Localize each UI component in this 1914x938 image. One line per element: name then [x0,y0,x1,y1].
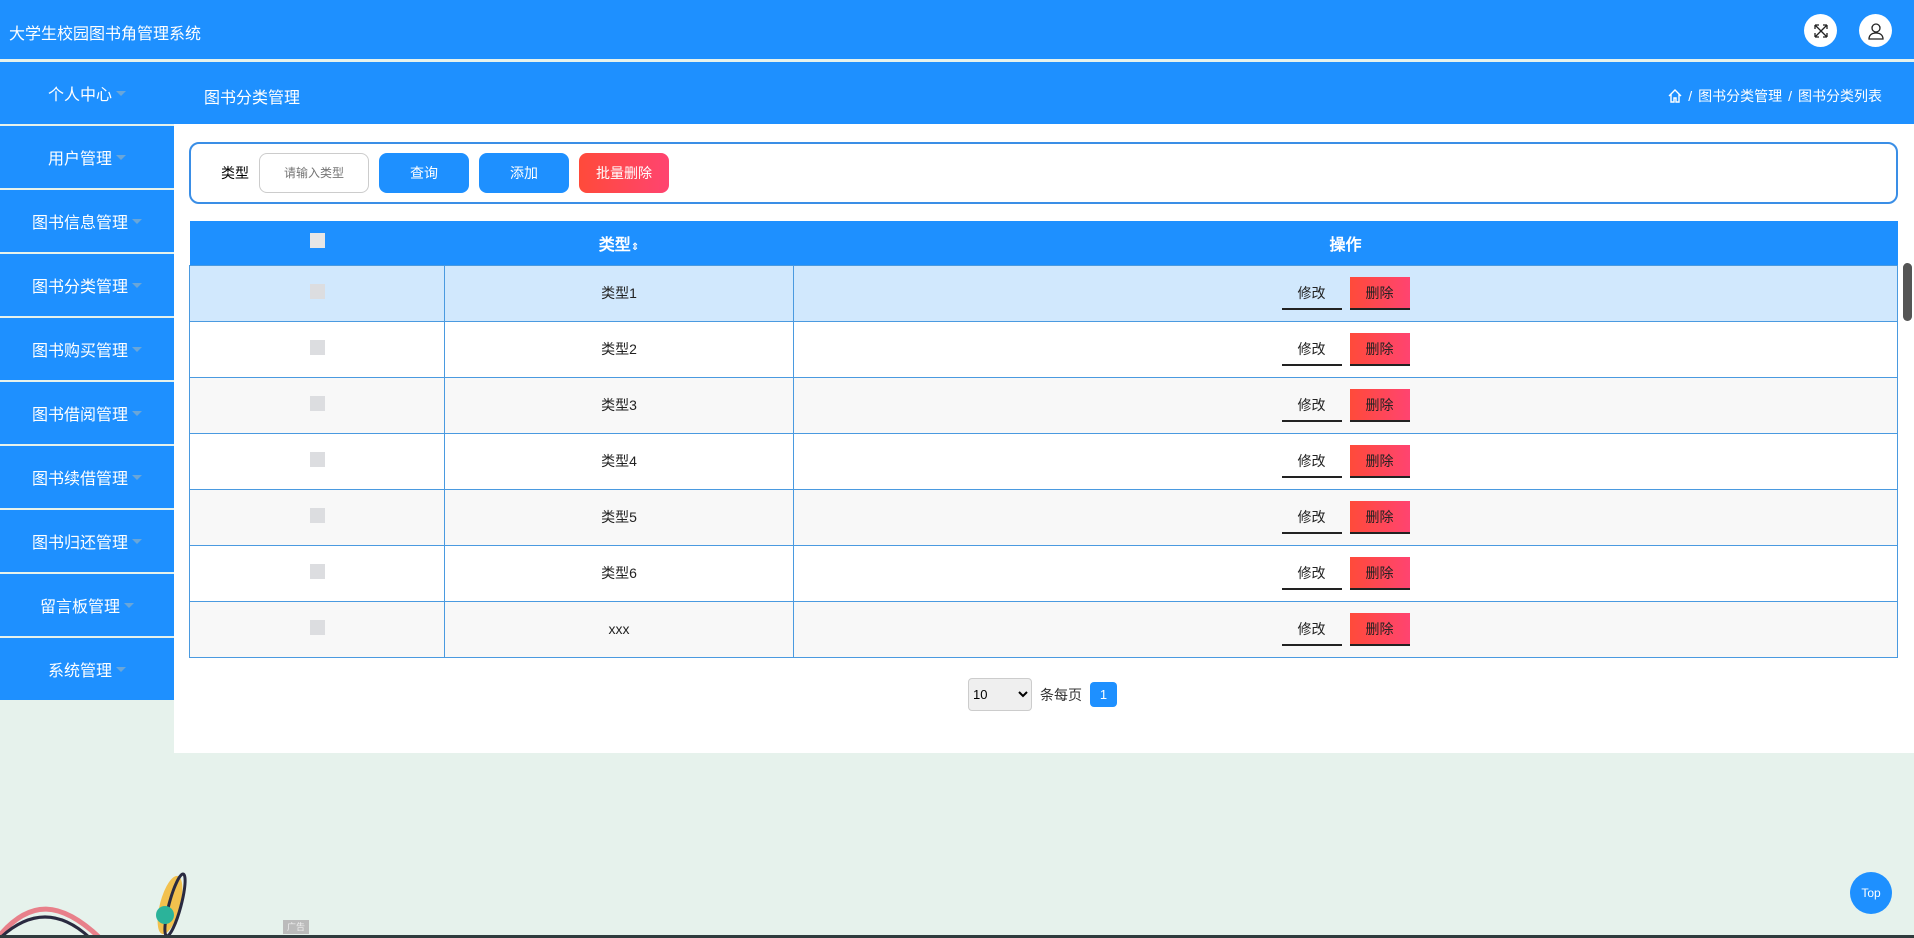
caret-down-icon [132,474,142,480]
column-header-action: 操作 [793,221,1898,265]
delete-button[interactable]: 删除 [1349,444,1410,478]
sub-header: 图书分类管理 / 图书分类管理 / 图书分类列表 [0,62,1914,124]
table-row: 类型5 修改 删除 [189,488,1898,546]
row-checkbox[interactable] [309,396,325,411]
edit-button[interactable]: 修改 [1281,613,1342,646]
edit-button[interactable]: 修改 [1281,389,1342,422]
caret-down-icon [132,218,142,224]
sidebar-item[interactable]: 个人中心 [0,62,174,124]
table-row: 类型3 修改 删除 [189,376,1898,434]
caret-down-icon [116,666,126,672]
type-cell: 类型1 [444,264,794,322]
ad-label: 广告 [283,920,309,934]
app-title: 大学生校园图书角管理系统 [9,26,202,43]
delete-button[interactable]: 删除 [1349,332,1410,366]
table-row: 类型6 修改 删除 [189,544,1898,602]
batch-delete-button[interactable]: 批量删除 [579,153,669,193]
per-page-label: 条每页 [1040,686,1082,703]
row-checkbox[interactable] [309,340,325,355]
table-row: 类型2 修改 删除 [189,320,1898,378]
sidebar-item[interactable]: 图书续借管理 [0,446,174,508]
breadcrumb: / 图书分类管理 / 图书分类列表 [1668,86,1882,106]
query-button[interactable]: 查询 [379,153,469,193]
page-1-button[interactable]: 1 [1090,682,1117,707]
delete-button[interactable]: 删除 [1349,388,1410,422]
home-icon[interactable] [1668,89,1682,103]
category-table: 类型⇕ 操作 类型1 修改 删除 类型2 修改 删除 类型3 修改 删除 类型4 修改… [189,221,1898,658]
scrollbar[interactable] [1903,263,1912,321]
edit-button[interactable]: 修改 [1281,501,1342,534]
page-title: 图书分类管理 [204,90,301,107]
caret-down-icon [116,90,126,96]
sidebar-item[interactable]: 图书归还管理 [0,510,174,572]
sort-icon: ⇕ [630,241,640,253]
caret-down-icon [132,346,142,352]
row-checkbox[interactable] [309,620,325,635]
edit-button[interactable]: 修改 [1281,557,1342,590]
column-header-type[interactable]: 类型⇕ [444,221,794,265]
row-checkbox[interactable] [309,284,325,299]
sidebar: 个人中心 用户管理 图书信息管理 图书分类管理 图书购买管理 图书借阅管理 图书… [0,62,174,702]
page-size-select[interactable]: 10 [968,678,1032,711]
table-row: 类型1 修改 删除 [189,264,1898,322]
type-cell: 类型4 [444,432,794,490]
row-checkbox[interactable] [309,564,325,579]
caret-down-icon [124,602,134,608]
table-row: xxx 修改 删除 [189,600,1898,658]
type-label: 类型 [221,165,249,181]
add-button[interactable]: 添加 [479,153,569,193]
edit-button[interactable]: 修改 [1281,277,1342,310]
breadcrumb-item: 图书分类列表 [1798,88,1882,104]
caret-down-icon [132,282,142,288]
fullscreen-icon [1813,23,1828,38]
sidebar-item[interactable]: 图书分类管理 [0,254,174,316]
delete-button[interactable]: 删除 [1349,612,1410,646]
caret-down-icon [132,410,142,416]
user-button[interactable] [1859,14,1892,47]
fullscreen-button[interactable] [1804,14,1837,47]
row-checkbox[interactable] [309,508,325,523]
type-cell: 类型3 [444,376,794,434]
back-to-top-button[interactable]: Top [1850,872,1892,914]
caret-down-icon [116,154,126,160]
delete-button[interactable]: 删除 [1349,556,1410,590]
decorative-illustration [0,872,187,938]
type-search-input[interactable] [259,153,369,193]
caret-down-icon [132,538,142,544]
type-cell: 类型5 [444,488,794,546]
user-icon [1867,22,1884,40]
pagination: 10 条每页 1 [968,678,1117,711]
delete-button[interactable]: 删除 [1349,500,1410,534]
search-bar: 类型 查询 添加 批量删除 [189,142,1898,204]
sidebar-item[interactable]: 图书信息管理 [0,190,174,252]
main-content: 类型 查询 添加 批量删除 类型⇕ 操作 类型1 修改删除 类型2 修改删除 类… [174,124,1914,753]
sidebar-item[interactable]: 用户管理 [0,126,174,188]
type-cell: 类型2 [444,320,794,378]
sidebar-item[interactable]: 留言板管理 [0,574,174,636]
edit-button[interactable]: 修改 [1281,333,1342,366]
row-checkbox[interactable] [309,452,325,467]
sidebar-item[interactable]: 图书借阅管理 [0,382,174,444]
type-cell: xxx [444,600,794,658]
delete-button[interactable]: 删除 [1349,276,1410,310]
edit-button[interactable]: 修改 [1281,445,1342,478]
type-cell: 类型6 [444,544,794,602]
table-row: 类型4 修改 删除 [189,432,1898,490]
select-all-checkbox[interactable] [309,232,325,248]
sidebar-item[interactable]: 图书购买管理 [0,318,174,380]
top-header: 大学生校园图书角管理系统 [0,0,1914,59]
breadcrumb-item[interactable]: 图书分类管理 [1698,86,1782,106]
sidebar-item[interactable]: 系统管理 [0,638,174,700]
